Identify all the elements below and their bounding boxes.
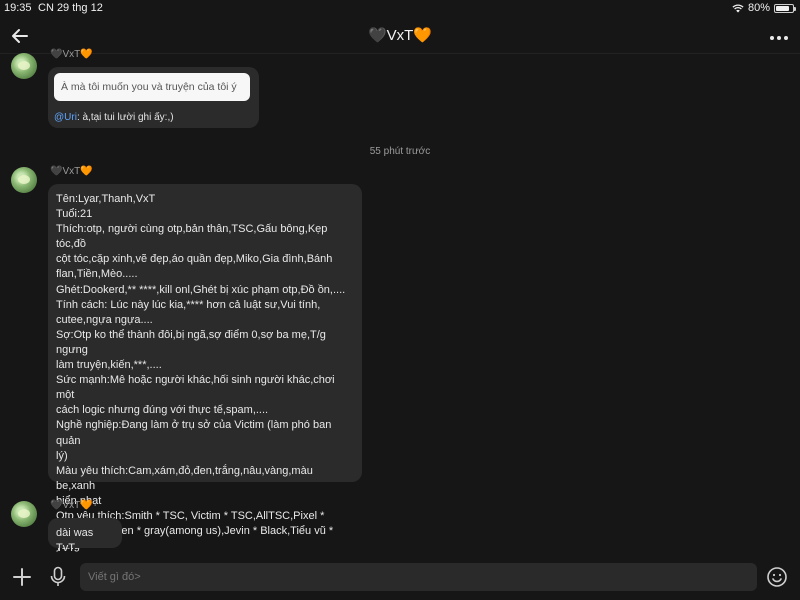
battery-percent: 80% — [747, 2, 770, 14]
message-line: cutee,ngựa ngựa.... — [56, 313, 153, 326]
message-line: Thích:otp, người cùng otp,bản thân,TSC,G… — [56, 223, 331, 251]
chat-header: 🖤VxT🧡 — [0, 16, 800, 54]
add-attachment-button[interactable] — [12, 567, 32, 587]
status-time: 19:35 — [4, 2, 32, 14]
message-line: Sức mạnh:Mê hoặc người khác,hối sinh ngư… — [56, 374, 338, 402]
emoji-button[interactable] — [766, 566, 788, 588]
reply-text: @Uri: à,tại tui lười ghi ấy:,) — [54, 110, 174, 125]
avatar[interactable] — [11, 501, 37, 527]
voice-button[interactable] — [48, 566, 68, 588]
message-input[interactable] — [80, 563, 757, 591]
message-line: Sợ:Otp ko thể thành đôi,bị ngã,sợ điểm 0… — [56, 328, 329, 356]
message-line: biển nhạt — [56, 494, 102, 507]
plus-icon — [13, 568, 31, 586]
message-line: Màu yêu thích:Cam,xám,đỏ,đen,trắng,nâu,v… — [56, 464, 316, 492]
message-bubble[interactable]: À mà tôi muốn you và truyện của tôi ý @U… — [48, 67, 259, 128]
message-line: Tính cách: Lúc này lúc kia,**** hơn cả l… — [56, 298, 321, 311]
timestamp: 55 phút trước — [369, 146, 431, 157]
sender-name: 🖤VxT🧡 — [50, 166, 93, 177]
status-right: 80% — [732, 2, 796, 14]
message-line: lý) — [56, 449, 68, 462]
message-bubble[interactable]: Tên:Lyar,Thanh,VxT Tuổi:21 Thích:otp, ngườ… — [48, 184, 362, 567]
more-dots-icon — [769, 36, 774, 40]
microphone-icon — [50, 566, 66, 586]
wifi-icon — [732, 3, 744, 12]
sender-name: 🖤VxT🧡 — [50, 500, 93, 511]
message-line: Ghét:Dookerd,** ****,kill onl,Ghét bị xú… — [56, 283, 346, 296]
message-line: Nghề nghiệp:Đang làm ở trụ sở của Victim… — [56, 419, 335, 447]
mention-link[interactable]: @Uri — [54, 112, 77, 123]
chat-title: 🖤VxT🧡 — [367, 27, 433, 44]
battery-icon — [774, 3, 796, 13]
more-button[interactable] — [768, 27, 792, 43]
battery-fill — [776, 5, 789, 11]
message-line: flan,Tiền,Mèo..... — [56, 268, 138, 281]
reply-body: : à,tại tui lười ghi ấy:,) — [76, 112, 174, 123]
message-line: Tuổi:21 — [56, 208, 93, 221]
message-line: làm truyện,kiến,***,.... — [56, 359, 162, 372]
compose-bar — [0, 554, 800, 600]
status-bar: 19:35 CN 29 thg 12 80% — [0, 0, 800, 16]
chat-area[interactable]: 🖤VxT🧡 À mà tôi muốn you và truyện của tô… — [0, 49, 800, 567]
message-bubble[interactable]: dài was TvT — [48, 518, 122, 554]
avatar[interactable] — [11, 167, 37, 193]
message-line: cột tóc,cặp xinh,vẽ đẹp,áo quần đẹp,Miko… — [56, 253, 333, 266]
message-line: Tên:Lyar,Thanh,VxT — [56, 193, 156, 205]
emoji-icon — [767, 567, 787, 587]
quoted-message[interactable]: À mà tôi muốn you và truyện của tôi ý — [54, 73, 250, 101]
message-line: cách logic nhưng đúng với thực tế,spam,.… — [56, 404, 269, 417]
sender-name: 🖤VxT🧡 — [50, 49, 93, 60]
message-text: Tên:Lyar,Thanh,VxT Tuổi:21 Thích:otp, ngườ… — [56, 192, 354, 569]
status-date: CN 29 thg 12 — [38, 2, 103, 14]
avatar[interactable] — [11, 53, 37, 79]
